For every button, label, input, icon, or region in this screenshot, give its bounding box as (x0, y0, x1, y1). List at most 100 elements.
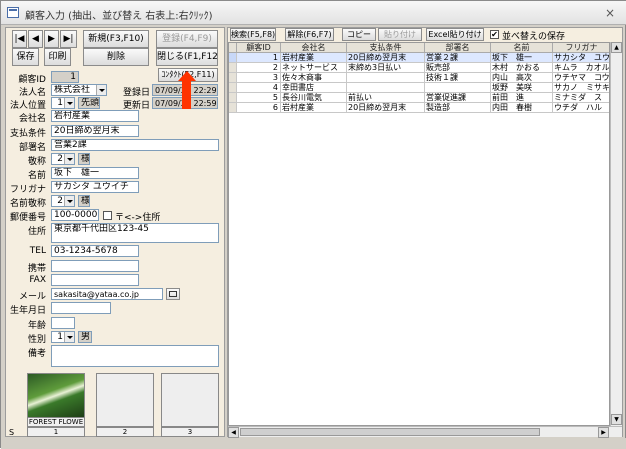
grid-cell[interactable] (425, 83, 491, 93)
name-field[interactable]: 坂下 雄一 (51, 167, 139, 179)
mail-send-button[interactable] (166, 288, 180, 300)
grid-header-payment[interactable]: 支払条件 (347, 43, 425, 53)
next-record-button[interactable]: ▶ (44, 30, 59, 48)
scroll-thumb[interactable] (240, 428, 540, 436)
excel-paste-button[interactable]: Excel貼り付け (426, 28, 484, 41)
grid-cell[interactable]: 幸田書店 (281, 83, 347, 93)
grid-cell[interactable]: 4 (237, 83, 281, 93)
grid-header-furigana[interactable]: フリガナ (553, 43, 609, 53)
save-button[interactable]: 保存 (12, 48, 39, 66)
grid-cell[interactable]: 長谷川電気 (281, 93, 347, 103)
grid-cell[interactable] (347, 73, 425, 83)
grid-cell[interactable]: 末締め3日払い (347, 63, 425, 73)
search-button[interactable]: 検索(F5,F8) (230, 28, 276, 41)
grid-cell[interactable]: 3 (237, 73, 281, 83)
grid-header-name[interactable]: 名前 (491, 43, 553, 53)
fax-field[interactable] (51, 274, 139, 286)
dept-field[interactable]: 営業2課 (51, 139, 219, 151)
grid-cell[interactable]: 6 (237, 103, 281, 113)
name-title-select[interactable]: 2 (51, 195, 75, 207)
keep-sort-checkbox[interactable]: ✔ (490, 30, 499, 39)
delete-button[interactable]: 削除 (83, 48, 149, 66)
grid-cell[interactable]: 内田 春樹 (491, 103, 553, 113)
notes-field[interactable] (51, 345, 219, 367)
close-icon[interactable]: × (605, 6, 615, 20)
grid-cell[interactable]: 佐々木商事 (281, 73, 347, 83)
scroll-right-icon[interactable]: ▶ (598, 427, 609, 438)
payment-field[interactable]: 20日締め翌月末 (51, 125, 139, 137)
grid-cell[interactable]: 内山 高次 (491, 73, 553, 83)
grid-cell[interactable]: 20日締め翌月末 (347, 103, 425, 113)
grid-cell[interactable]: 2 (237, 63, 281, 73)
grid-cell[interactable]: ミナミダ ス (553, 93, 609, 103)
postal-address-checkbox[interactable] (103, 211, 112, 220)
grid-cell[interactable]: 前田 進 (491, 93, 553, 103)
first-record-button[interactable]: |◀ (12, 30, 27, 48)
print-button[interactable]: 印刷 (44, 48, 71, 66)
row-selector[interactable] (229, 93, 237, 103)
chevron-down-icon[interactable] (64, 154, 74, 164)
scroll-left-icon[interactable]: ◀ (228, 427, 239, 438)
furigana-field[interactable]: サカシタ ユウイチ (51, 181, 139, 193)
grid-cell[interactable]: ウチダ ハル (553, 103, 609, 113)
row-selector[interactable] (229, 73, 237, 83)
vertical-scrollbar[interactable]: ▲ ▼ (610, 42, 622, 426)
grid-header-company[interactable]: 会社名 (281, 43, 347, 53)
grid-cell[interactable]: 坂下 雄一 (491, 53, 553, 63)
clear-button[interactable]: 解除(F6,F7) (285, 28, 334, 41)
age-field[interactable] (51, 317, 75, 329)
gender-select[interactable]: 1 (51, 331, 75, 343)
grid-header-dept[interactable]: 部署名 (425, 43, 491, 53)
chevron-down-icon[interactable] (96, 85, 106, 95)
scroll-up-icon[interactable]: ▲ (611, 42, 622, 53)
postal-field[interactable]: 100-0000 (51, 209, 99, 221)
row-selector[interactable] (229, 53, 237, 63)
close-form-button[interactable]: 閉じる(F1,F12) (156, 48, 218, 66)
photo-thumbnail-2[interactable] (96, 373, 154, 427)
copy-button[interactable]: コピー (342, 28, 376, 41)
row-selector[interactable] (229, 103, 237, 113)
grid-cell[interactable]: 販売部 (425, 63, 491, 73)
register-button[interactable]: 登録(F4,F9) (156, 30, 218, 48)
chevron-down-icon[interactable] (64, 196, 74, 206)
paste-button[interactable]: 貼り付け (378, 28, 422, 41)
grid-header-id[interactable]: 顧客ID (237, 43, 281, 53)
grid-cell[interactable]: 木村 かおる (491, 63, 553, 73)
corp-pos-select[interactable]: 1 (51, 97, 75, 109)
grid-cell[interactable]: ウチヤマ コウ (553, 73, 609, 83)
grid-cell[interactable]: 岩村産業 (281, 103, 347, 113)
grid-cell[interactable]: 1 (237, 53, 281, 63)
grid-cell[interactable]: キムラ カオル (553, 63, 609, 73)
scroll-down-icon[interactable]: ▼ (611, 414, 622, 425)
new-button[interactable]: 新規(F3,F10) (83, 30, 149, 48)
prev-record-button[interactable]: ◀ (28, 30, 43, 48)
horizontal-scrollbar[interactable]: ◀ ▶ (228, 426, 622, 438)
grid-cell[interactable]: サカシタ ユウ (553, 53, 609, 63)
company-field[interactable]: 岩村産業 (51, 110, 139, 122)
grid-cell[interactable]: 製造部 (425, 103, 491, 113)
tel-field[interactable]: 03-1234-5678 (51, 245, 139, 257)
grid-cell[interactable] (347, 83, 425, 93)
birth-field[interactable] (51, 302, 111, 314)
grid-cell[interactable]: 岩村産業 (281, 53, 347, 63)
grid-cell[interactable]: 営業促進課 (425, 93, 491, 103)
grid-cell[interactable]: 前払い (347, 93, 425, 103)
grid-cell[interactable]: ネットサービス (281, 63, 347, 73)
grid-cell[interactable]: 5 (237, 93, 281, 103)
mobile-field[interactable] (51, 260, 139, 272)
title-select[interactable]: 2 (51, 153, 75, 165)
last-record-button[interactable]: ▶| (60, 30, 77, 48)
photo-thumbnail-3[interactable] (161, 373, 219, 427)
chevron-down-icon[interactable] (64, 332, 74, 342)
row-selector[interactable] (229, 83, 237, 93)
photo-thumbnail-1[interactable] (27, 373, 85, 418)
grid-cell[interactable]: 20日締め翌月末 (347, 53, 425, 63)
mail-field[interactable]: sakasita@yataa.co.jp (51, 288, 163, 300)
grid-cell[interactable]: 坂野 美咲 (491, 83, 553, 93)
grid-cell[interactable]: 技術１課 (425, 73, 491, 83)
row-selector[interactable] (229, 63, 237, 73)
chevron-down-icon[interactable] (64, 98, 74, 108)
corp-name-select[interactable]: 株式会社 (51, 84, 107, 96)
address-field[interactable]: 東京都千代田区123-45 (51, 223, 219, 243)
grid-cell[interactable]: サカノ ミサキ (553, 83, 609, 93)
